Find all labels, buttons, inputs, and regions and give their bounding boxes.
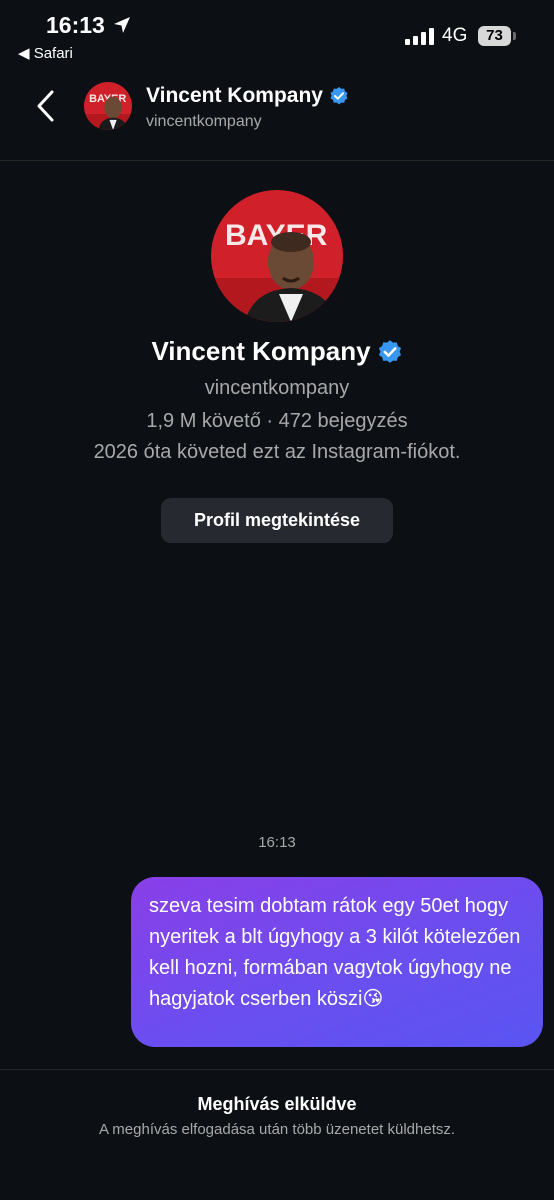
cellular-signal-icon	[405, 28, 434, 45]
footer-divider	[0, 1069, 554, 1070]
back-to-safari-link[interactable]: ◀ Safari	[18, 44, 73, 62]
invite-sent-title: Meghívás elküldve	[197, 1094, 357, 1114]
view-profile-button[interactable]: Profil megtekintése	[161, 498, 393, 543]
header-name[interactable]: Vincent Kompany	[146, 84, 349, 108]
header-name-text: Vincent Kompany	[146, 84, 323, 107]
profile-name: Vincent Kompany	[0, 336, 554, 367]
verified-badge-icon	[330, 87, 348, 105]
location-arrow-icon	[114, 17, 130, 33]
network-type: 4G	[442, 25, 468, 46]
profile-avatar[interactable]: BAYER	[211, 190, 343, 322]
profile-follow-since: 2026 óta követed ezt az Instagram-fiókot…	[93, 441, 461, 463]
dm-screen: 16:13 ◀ Safari 4G 73 BAYER Vincent Kompa…	[0, 0, 554, 1200]
back-chevron-icon[interactable]	[30, 86, 60, 126]
verified-badge-icon	[378, 339, 401, 363]
battery-icon: 73	[478, 26, 511, 46]
status-time: 16:13	[46, 12, 105, 38]
message-timestamp: 16:13	[258, 834, 296, 851]
profile-stats: 1,9 M követő · 472 bejegyzés	[146, 410, 408, 432]
invite-sent-description: A meghívás elfogadása után több üzenetet…	[98, 1121, 456, 1138]
battery-tip	[513, 32, 516, 40]
sent-message-bubble[interactable]: szeva tesim dobtam rátok egy 50et hogy n…	[131, 877, 543, 1047]
header-divider	[0, 160, 554, 161]
header-avatar[interactable]: BAYER	[84, 82, 132, 130]
header-username: vincentkompany	[146, 113, 262, 130]
profile-name-text: Vincent Kompany	[151, 336, 371, 366]
profile-username: vincentkompany	[204, 377, 350, 399]
